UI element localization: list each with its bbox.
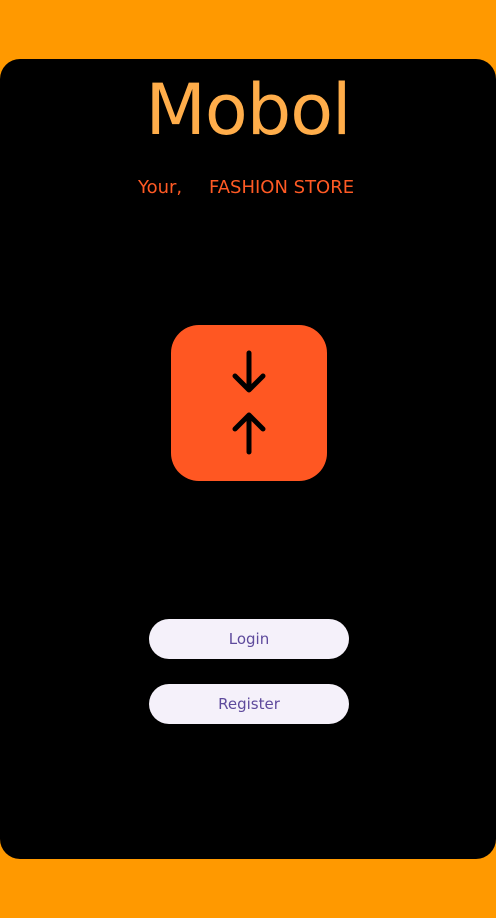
tagline-main: FASHION STORE	[209, 177, 355, 198]
compress-vertical-arrows-icon	[232, 350, 266, 455]
app-title: Mobol	[145, 69, 352, 151]
login-button[interactable]: Login	[149, 619, 349, 659]
register-button[interactable]: Register	[149, 684, 349, 724]
tagline-prefix: Your,	[138, 177, 183, 198]
app-logo	[171, 325, 327, 481]
